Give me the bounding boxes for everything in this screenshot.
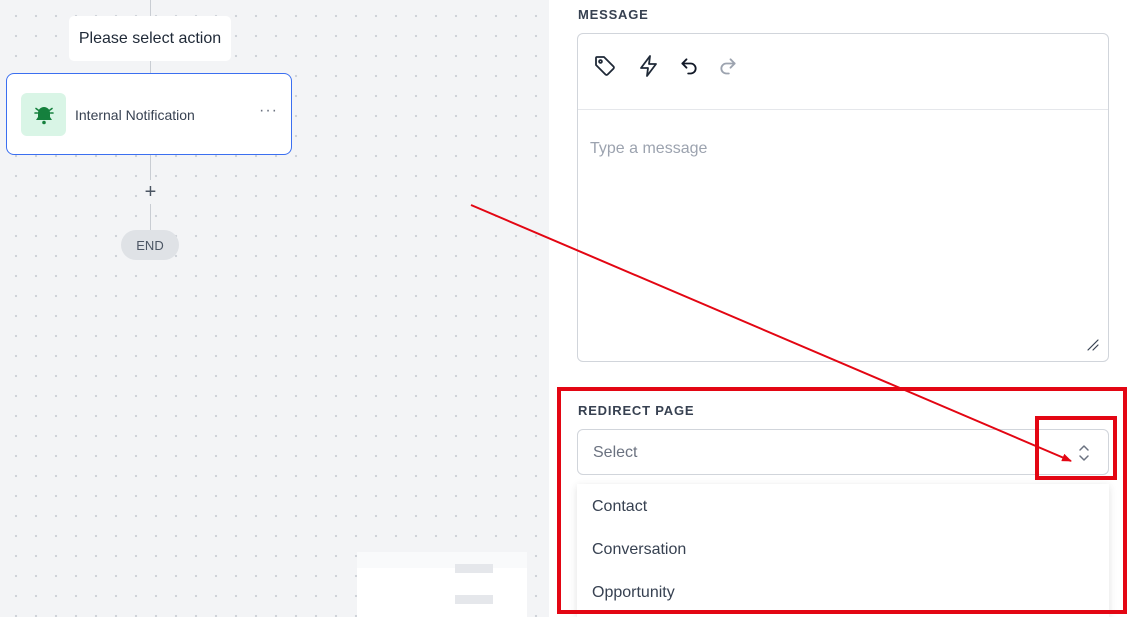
end-label: END [136,237,164,253]
redirect-page-select[interactable]: Select [577,429,1109,475]
select-action-chip[interactable]: Please select action [69,16,231,61]
select-action-label: Please select action [78,29,222,47]
dropdown-option-contact[interactable]: Contact [592,498,647,516]
dropdown-option-conversation[interactable]: Conversation [592,541,686,559]
action-settings-panel: MESSAGE Type a message REDIRECT PAGE Sel… [549,0,1129,617]
internal-notification-node[interactable]: Internal Notification ··· [6,73,292,155]
connector-line [150,0,151,16]
alarm-bell-icon [21,93,66,136]
add-step-button[interactable]: + [142,180,159,204]
message-placeholder: Type a message [590,140,708,157]
lightning-icon[interactable] [636,53,662,79]
message-toolbar [578,34,1108,110]
tag-icon[interactable] [592,53,618,79]
redo-icon[interactable] [715,53,741,79]
workflow-canvas[interactable]: Please select action Internal Notificati… [0,0,549,617]
overlapping-panel-fragment [357,552,527,617]
node-more-options-icon[interactable]: ··· [259,103,278,119]
redirect-page-dropdown: Contact Conversation Opportunity [577,484,1109,617]
select-value: Select [593,444,638,461]
dropdown-option-opportunity[interactable]: Opportunity [592,584,675,602]
redirect-page-label: REDIRECT PAGE [578,403,695,418]
node-label: Internal Notification [75,107,195,123]
message-section-label: MESSAGE [578,7,649,22]
message-editor[interactable]: Type a message [577,33,1109,362]
end-node: END [121,230,179,260]
chevron-up-down-icon[interactable] [1076,443,1092,463]
resize-handle-icon[interactable] [1087,338,1099,351]
connector-line [150,61,151,73]
undo-icon[interactable] [676,53,702,79]
